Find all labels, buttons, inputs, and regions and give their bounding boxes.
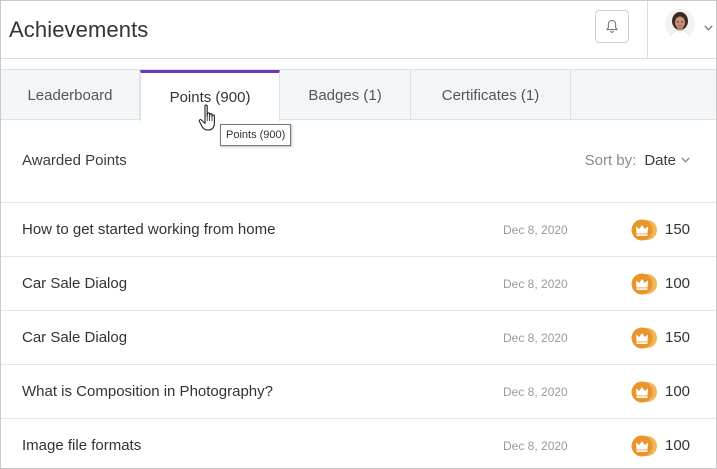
tab-certificates[interactable]: Certificates (1) xyxy=(411,70,571,120)
crown-coin-icon xyxy=(631,273,657,295)
list-item[interactable]: Car Sale Dialog Dec 8, 2020 100 xyxy=(1,256,716,310)
item-title: Image file formats xyxy=(22,437,142,454)
item-title: What is Composition in Photography? xyxy=(22,383,273,400)
item-points: 150 xyxy=(665,329,691,346)
sort-control[interactable]: Sort by: Date xyxy=(585,152,690,169)
item-date: Dec 8, 2020 xyxy=(503,331,568,345)
header-divider xyxy=(647,1,648,58)
app-window: Achievements Leaderboard Points (900) Ba… xyxy=(0,0,717,469)
section-title: Awarded Points xyxy=(22,152,127,169)
chevron-down-icon xyxy=(681,156,690,163)
item-title: Car Sale Dialog xyxy=(22,329,128,346)
hand-cursor-icon xyxy=(198,104,224,139)
tab-bar: Leaderboard Points (900) Badges (1) Cert… xyxy=(1,69,716,121)
tab-tooltip: Points (900) xyxy=(220,124,292,146)
notifications-button[interactable] xyxy=(595,10,629,43)
page-title: Achievements xyxy=(9,17,149,42)
tab-leaderboard[interactable]: Leaderboard xyxy=(1,70,140,120)
user-avatar[interactable] xyxy=(665,9,695,39)
bell-icon xyxy=(605,19,619,33)
sort-value[interactable]: Date xyxy=(644,152,676,169)
tab-badges[interactable]: Badges (1) xyxy=(280,70,411,120)
item-points: 100 xyxy=(665,383,691,400)
item-date: Dec 8, 2020 xyxy=(503,439,568,453)
account-menu-toggle[interactable] xyxy=(704,18,713,36)
crown-coin-icon xyxy=(631,219,657,241)
item-points: 150 xyxy=(665,221,691,238)
item-title: How to get started working from home xyxy=(22,221,276,238)
item-date: Dec 8, 2020 xyxy=(503,385,568,399)
sort-label: Sort by: xyxy=(584,152,637,169)
item-title: Car Sale Dialog xyxy=(22,275,128,292)
item-points: 100 xyxy=(665,275,691,292)
list-item[interactable]: Car Sale Dialog Dec 8, 2020 150 xyxy=(1,310,716,364)
crown-coin-icon xyxy=(631,435,657,457)
points-list: How to get started working from home Dec… xyxy=(1,202,716,468)
list-item[interactable]: Image file formats Dec 8, 2020 100 xyxy=(1,418,716,468)
item-points: 100 xyxy=(665,437,691,454)
chevron-down-icon xyxy=(704,25,713,31)
item-date: Dec 8, 2020 xyxy=(503,223,568,237)
top-header: Achievements xyxy=(1,1,716,59)
item-date: Dec 8, 2020 xyxy=(503,277,568,291)
list-item[interactable]: How to get started working from home Dec… xyxy=(1,202,716,256)
list-item[interactable]: What is Composition in Photography? Dec … xyxy=(1,364,716,418)
crown-coin-icon xyxy=(631,327,657,349)
crown-coin-icon xyxy=(631,381,657,403)
